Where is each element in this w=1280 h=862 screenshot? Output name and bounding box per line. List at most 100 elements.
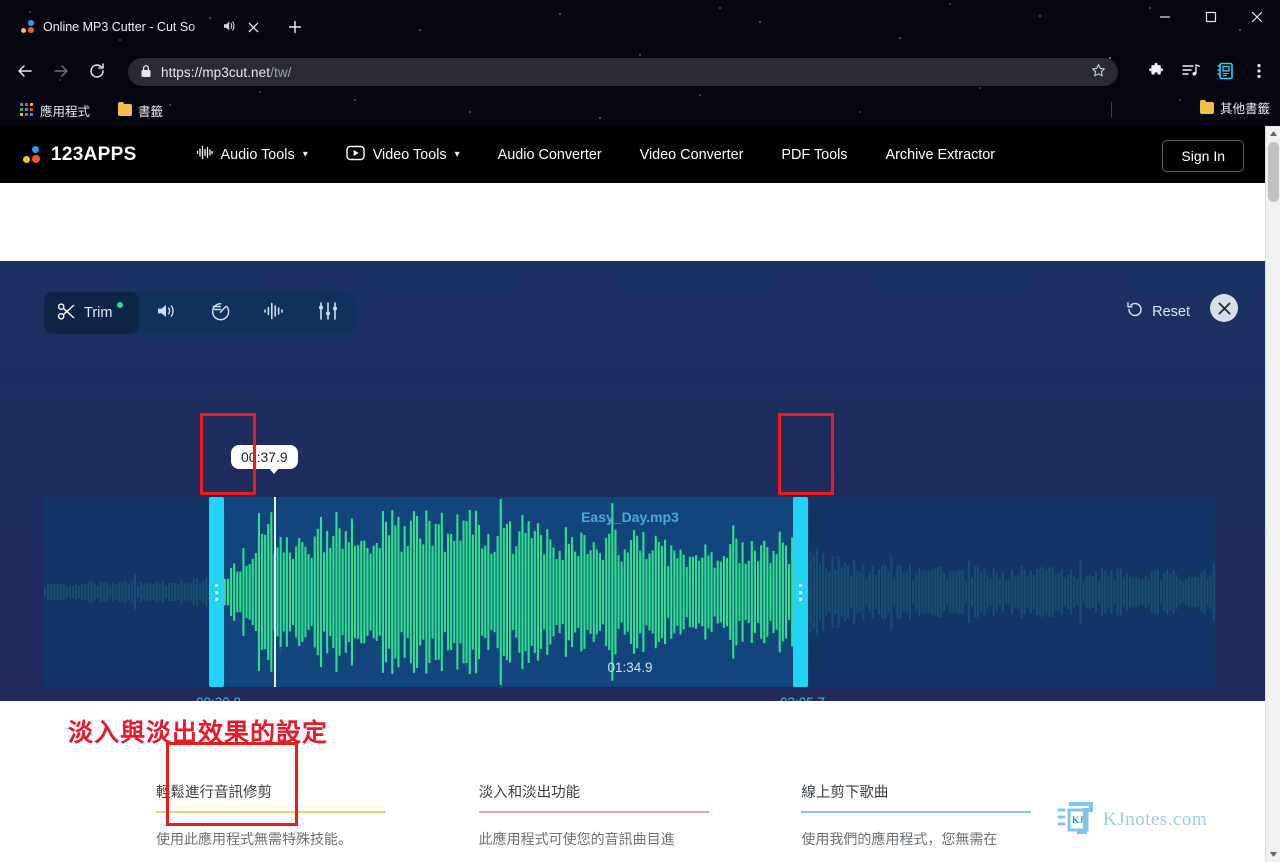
lock-icon: [140, 64, 152, 81]
bookmark-folder[interactable]: 書籤: [112, 98, 169, 122]
feature-title: 淡入和淡出功能: [478, 785, 581, 801]
site-nav: Audio Tools ▾ Video Tools ▾ Audio Conver…: [177, 145, 1015, 165]
nav-item-video-tools-label: Video Tools: [372, 146, 447, 163]
apps-grid-icon: [20, 103, 34, 117]
volume-icon: [155, 301, 177, 325]
waveform-dim-left: [44, 497, 224, 687]
scroll-down-arrow-icon[interactable]: [1266, 847, 1280, 862]
audio-editor-panel: Trim Reset Easy_Day.mp3 01:34.9 00:37.9: [0, 261, 1280, 826]
reload-button[interactable]: [82, 56, 112, 86]
window-minimize-button[interactable]: [1142, 0, 1188, 34]
forward-button[interactable]: [46, 56, 76, 86]
tool-equalizer-button[interactable]: [301, 292, 355, 334]
reset-button[interactable]: Reset: [1126, 301, 1190, 322]
editor-toolbar: Trim: [44, 292, 356, 334]
chevron-down-icon: ▾: [302, 149, 308, 160]
tool-waveform-button[interactable]: [247, 292, 301, 334]
reset-label: Reset: [1152, 303, 1190, 320]
menu-kebab-icon[interactable]: [1244, 56, 1274, 86]
toolbar-icon-group: [1142, 56, 1274, 86]
nav-item-audio-converter[interactable]: Audio Converter: [479, 147, 621, 163]
bookmark-star-icon[interactable]: [1091, 63, 1106, 81]
bookmark-apps[interactable]: 應用程式: [14, 98, 96, 122]
bookmarks-divider: [1111, 102, 1112, 118]
back-button[interactable]: [10, 56, 40, 86]
feature-body: 使用我們的應用程式，您無需在: [801, 831, 998, 847]
waveform-region[interactable]: Easy_Day.mp3 01:34.9 00:37.9: [44, 445, 1216, 687]
page-spacer: [0, 183, 1280, 261]
scissors-icon: [57, 302, 76, 325]
tab-title: Online MP3 Cutter - Cut So: [43, 20, 196, 34]
other-bookmarks-label: 其他書籤: [1219, 102, 1270, 116]
nav-item-video-tools[interactable]: Video Tools ▾: [327, 145, 479, 165]
scroll-up-arrow-icon[interactable]: [1266, 126, 1280, 141]
feature-item: 輕鬆進行音訊修剪 使用此應用程式無需特殊技能。: [156, 781, 479, 850]
tool-trim-button[interactable]: Trim: [44, 292, 140, 334]
site-header: 123APPS Audio Tools ▾ Video Tools ▾ Audi…: [0, 126, 1280, 183]
feature-rule: [156, 811, 386, 813]
feature-title: 輕鬆進行音訊修剪: [156, 785, 272, 801]
waveform-dim-right: [808, 497, 1216, 687]
trim-handle-end[interactable]: [793, 497, 808, 687]
feature-rule: [801, 811, 1032, 813]
page-scrollbar[interactable]: [1265, 126, 1280, 862]
new-tab-button[interactable]: [283, 15, 307, 39]
sign-in-button[interactable]: Sign In: [1162, 140, 1244, 172]
kjnotes-logo-icon: KJ: [1055, 800, 1099, 840]
browser-toolbar: https://mp3cut.net/tw/: [0, 48, 1280, 94]
nav-item-pdf-tools[interactable]: PDF Tools: [762, 147, 866, 163]
folder-icon: [1199, 99, 1214, 114]
window-maximize-button[interactable]: [1188, 0, 1234, 34]
watermark: KJ KJnotes.com: [1055, 800, 1207, 840]
folder-icon: [118, 102, 132, 116]
feature-body: 使用此應用程式無需特殊技能。: [156, 831, 352, 847]
logo-text: 123APPS: [51, 143, 137, 165]
bookmark-apps-label: 應用程式: [40, 104, 91, 119]
watermark-text: KJnotes.com: [1103, 809, 1208, 830]
reading-list-icon[interactable]: [1176, 56, 1206, 86]
window-controls: [1142, 0, 1280, 40]
nav-item-video-converter[interactable]: Video Converter: [621, 147, 763, 163]
speed-icon: [209, 301, 231, 326]
browser-window: Online MP3 Cutter - Cut So https://mp3cu…: [0, 0, 1280, 862]
other-bookmarks[interactable]: 其他書籤: [1199, 98, 1270, 117]
grip-dots-icon: [215, 583, 218, 601]
tab-audio-speaker-icon[interactable]: [221, 18, 237, 37]
address-bar[interactable]: https://mp3cut.net/tw/: [128, 58, 1118, 86]
feature-item: 淡入和淡出功能 此應用程式可使您的音訊曲目進: [478, 781, 802, 850]
page-viewport: 123APPS Audio Tools ▾ Video Tools ▾ Audi…: [0, 126, 1280, 862]
annotation-heading: 淡入與淡出效果的設定: [68, 719, 329, 747]
site-logo[interactable]: 123APPS: [22, 144, 137, 166]
scrollbar-thumb[interactable]: [1268, 142, 1279, 202]
browser-tab[interactable]: Online MP3 Cutter - Cut So: [12, 10, 270, 44]
feature-body: 此應用程式可使您的音訊曲目進: [478, 831, 675, 847]
window-close-button[interactable]: [1234, 0, 1280, 34]
undo-icon: [1126, 301, 1143, 322]
tab-close-icon[interactable]: [244, 18, 262, 36]
video-play-icon: [346, 145, 365, 165]
waveform-icon: [263, 301, 285, 325]
tool-trim-badge: [117, 302, 124, 308]
tool-speed-button[interactable]: [193, 292, 247, 334]
svg-text:KJ: KJ: [1072, 815, 1084, 825]
annotation-box-end-handle: [778, 413, 834, 495]
equalizer-icon: [317, 301, 339, 325]
tool-volume-button[interactable]: [139, 292, 193, 334]
feature-title: 線上剪下歌曲: [801, 785, 889, 801]
audio-waveform-icon: [196, 145, 213, 164]
trim-handle-start[interactable]: [209, 497, 224, 687]
logo-dots-icon: [22, 145, 42, 165]
favicon-123apps-icon: [20, 19, 36, 35]
nav-item-audio-tools[interactable]: Audio Tools ▾: [177, 145, 327, 164]
nav-item-audio-tools-label: Audio Tools: [220, 146, 295, 163]
grip-dots-icon: [799, 583, 802, 601]
tool-trim-label: Trim: [84, 305, 113, 321]
extensions-puzzle-icon[interactable]: [1142, 56, 1172, 86]
collections-icon[interactable]: [1210, 56, 1240, 86]
close-icon: [1218, 302, 1230, 314]
url-text: https://mp3cut.net/tw/: [161, 64, 292, 80]
nav-item-archive-extractor[interactable]: Archive Extractor: [867, 147, 1015, 163]
playhead-line: [274, 497, 276, 687]
editor-close-button[interactable]: [1210, 294, 1238, 322]
bookmark-folder-label: 書籤: [138, 104, 164, 119]
